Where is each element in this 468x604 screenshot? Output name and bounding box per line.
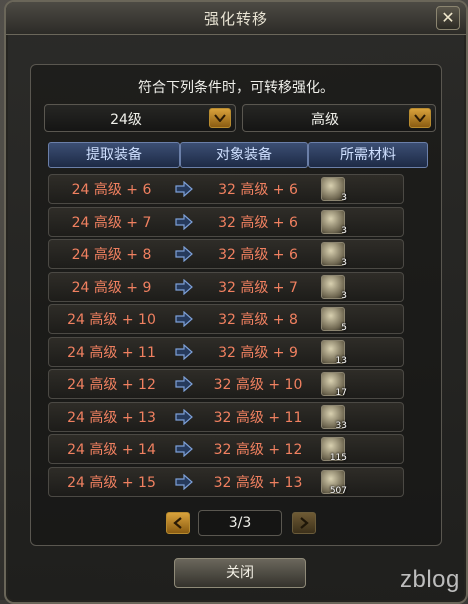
material-count: 17 — [335, 388, 347, 398]
target-grade: 32 高级 + 11 — [213, 409, 303, 426]
material-icon[interactable]: 17 — [321, 372, 347, 398]
grade-dropdown[interactable]: 高级 — [242, 104, 436, 132]
material-icon[interactable]: 3 — [321, 274, 347, 301]
arrow-right-icon — [175, 181, 193, 197]
material-count: 3 — [341, 225, 347, 236]
column-tabs: 提取装备 对象装备 所需材料 — [48, 142, 430, 168]
prev-page-button[interactable] — [166, 512, 190, 534]
target-grade: 32 高级 + 6 — [218, 214, 298, 231]
close-icon[interactable]: ✕ — [436, 6, 460, 30]
material-count: 507 — [329, 485, 347, 496]
next-page-button[interactable] — [292, 512, 316, 534]
material-count: 3 — [341, 258, 347, 268]
list-item[interactable]: 24 高级 + 12 32 高级 + 10 17 — [48, 369, 404, 399]
arrow-right-icon — [175, 376, 193, 392]
title-bar[interactable]: 强化转移 ✕ — [6, 2, 466, 35]
chevron-right-icon — [300, 517, 309, 529]
material-count: 3 — [341, 290, 347, 301]
target-grade: 32 高级 + 13 — [213, 474, 303, 491]
arrow-right-icon — [175, 343, 193, 360]
source-grade: 24 高级 + 11 — [67, 344, 156, 361]
level-dropdown[interactable]: 24级 — [44, 104, 236, 132]
material-count: 115 — [329, 453, 347, 463]
material-icon[interactable]: 115 — [321, 437, 347, 463]
arrow-right-icon — [175, 408, 193, 425]
target-grade: 32 高级 + 8 — [218, 312, 298, 328]
tab-source-equipment[interactable]: 提取装备 — [48, 142, 180, 168]
material-count: 13 — [335, 355, 347, 366]
target-grade: 32 高级 + 9 — [218, 344, 298, 361]
source-grade: 24 高级 + 8 — [71, 247, 152, 263]
list-item[interactable]: 24 高级 + 14 32 高级 + 12 115 — [48, 434, 404, 464]
material-icon[interactable]: 33 — [321, 404, 347, 431]
level-dropdown-value: 24级 — [110, 112, 142, 128]
arrow-right-icon — [175, 246, 193, 262]
arrow-right-icon — [175, 473, 193, 490]
material-count: 3 — [341, 193, 347, 203]
source-grade: 24 高级 + 10 — [67, 312, 156, 328]
list-item[interactable]: 24 高级 + 15 32 高级 + 13 507 — [48, 466, 404, 497]
chevron-down-icon[interactable] — [209, 108, 231, 128]
source-grade: 24 高级 + 14 — [67, 442, 156, 458]
tab-required-materials[interactable]: 所需材料 — [308, 142, 428, 168]
arrow-right-icon — [175, 311, 193, 327]
list-item[interactable]: 24 高级 + 9 32 高级 + 7 3 — [48, 271, 404, 302]
list-item[interactable]: 24 高级 + 7 32 高级 + 6 3 — [48, 206, 404, 237]
arrow-right-icon — [175, 441, 193, 457]
arrow-right-icon — [175, 213, 193, 230]
list-item[interactable]: 24 高级 + 13 32 高级 + 11 33 — [48, 401, 404, 432]
chevron-left-icon — [173, 517, 182, 529]
page-indicator: 3/3 — [198, 510, 282, 536]
material-count: 33 — [335, 420, 347, 431]
list-item[interactable]: 24 高级 + 11 32 高级 + 9 13 — [48, 336, 404, 367]
target-grade: 32 高级 + 6 — [218, 247, 298, 263]
material-icon[interactable]: 3 — [321, 209, 347, 236]
list-item[interactable]: 24 高级 + 8 32 高级 + 6 3 — [48, 239, 404, 269]
chevron-down-icon[interactable] — [409, 108, 431, 128]
source-grade: 24 高级 + 12 — [67, 377, 156, 393]
source-grade: 24 高级 + 15 — [67, 474, 156, 491]
material-icon[interactable]: 13 — [321, 339, 347, 366]
material-icon[interactable]: 3 — [321, 242, 347, 268]
list-item[interactable]: 24 高级 + 10 32 高级 + 8 5 — [48, 304, 404, 334]
source-grade: 24 高级 + 9 — [71, 279, 152, 296]
source-grade: 24 高级 + 6 — [71, 182, 152, 198]
grade-dropdown-value: 高级 — [311, 112, 339, 128]
material-icon[interactable]: 5 — [321, 307, 347, 333]
watermark-text: zblog — [400, 566, 460, 593]
material-icon[interactable]: 507 — [321, 469, 347, 496]
target-grade: 32 高级 + 6 — [218, 182, 298, 198]
target-grade: 32 高级 + 12 — [213, 442, 303, 458]
material-count: 5 — [341, 323, 347, 333]
window-title: 强化转移 — [203, 10, 268, 28]
close-button[interactable]: 关闭 — [174, 558, 306, 588]
tab-target-equipment[interactable]: 对象装备 — [180, 142, 308, 168]
list-item[interactable]: 24 高级 + 6 32 高级 + 6 3 — [48, 174, 404, 204]
source-grade: 24 高级 + 7 — [71, 214, 152, 231]
target-grade: 32 高级 + 7 — [218, 279, 298, 296]
material-icon[interactable]: 3 — [321, 177, 347, 203]
target-grade: 32 高级 + 10 — [213, 377, 303, 393]
condition-text: 符合下列条件时，可转移强化。 — [138, 80, 334, 96]
source-grade: 24 高级 + 13 — [67, 409, 156, 426]
arrow-right-icon — [175, 278, 193, 295]
